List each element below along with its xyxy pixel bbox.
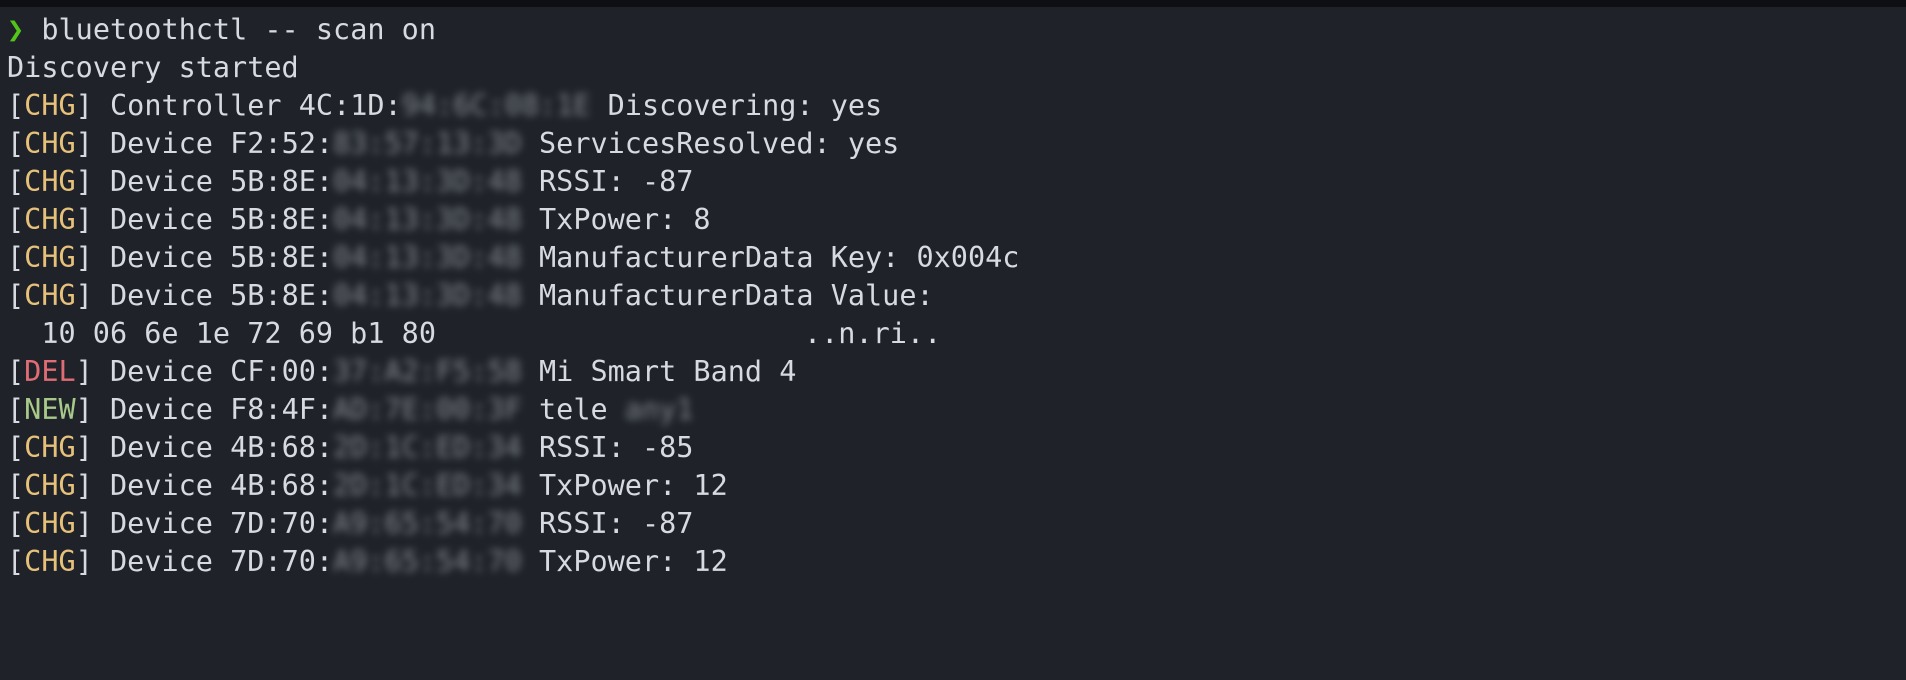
address-visible: 5B:8E: (230, 279, 334, 312)
event-tag: DEL (24, 355, 76, 388)
event-message: ServicesResolved: yes (539, 127, 900, 160)
address-visible: 7D:70: (230, 545, 334, 578)
entity-kind: Device (110, 127, 213, 160)
log-line: [CHG] Device 4B:68:2D:1C:ED:34 TxPower: … (7, 469, 728, 502)
log-line: [CHG] Device 5B:8E:04:13:3D:48 Manufactu… (7, 241, 1020, 274)
event-tag: CHG (24, 279, 76, 312)
log-line: [CHG] Device 7D:70:A9:65:54:70 TxPower: … (7, 545, 728, 578)
event-message: TxPower: 8 (539, 203, 711, 236)
log-line: [CHG] Device 5B:8E:04:13:3D:48 TxPower: … (7, 203, 711, 236)
entity-kind: Device (110, 203, 213, 236)
command-text: bluetoothctl -- scan on (41, 13, 436, 46)
event-message: RSSI: -85 (539, 431, 694, 464)
log-line: [CHG] Device 4B:68:2D:1C:ED:34 RSSI: -85 (7, 431, 694, 464)
entity-kind: Controller (110, 89, 282, 122)
entity-kind: Device (110, 355, 213, 388)
address-visible: CF:00: (230, 355, 334, 388)
log-line: [CHG] Device F2:52:83:57:13:3D ServicesR… (7, 127, 900, 160)
event-tag: CHG (24, 507, 76, 540)
prompt-line: ❯ bluetoothctl -- scan on (7, 11, 1906, 49)
event-message: ManufacturerData Value: (539, 279, 934, 312)
event-message: tele (539, 393, 625, 426)
entity-kind: Device (110, 469, 213, 502)
event-message: TxPower: 12 (539, 469, 728, 502)
entity-kind: Device (110, 393, 213, 426)
event-message: RSSI: -87 (539, 165, 694, 198)
log-line: [NEW] Device F8:4F:AD:7E:00:3F tele any1 (7, 393, 694, 426)
log-line: [DEL] Device CF:00:37:A2:F5:58 Mi Smart … (7, 355, 797, 388)
address-visible: 5B:8E: (230, 203, 334, 236)
event-message: Discovering: yes (607, 89, 883, 122)
address-redacted: A9:65:54:70 (333, 545, 522, 578)
event-tag: CHG (24, 241, 76, 274)
controller-line: [CHG] Controller 4C:1D:94:6C:08:1E Disco… (7, 89, 883, 122)
terminal-window[interactable]: ❯ bluetoothctl -- scan on Discovery star… (0, 0, 1906, 680)
event-tag: CHG (24, 545, 76, 578)
address-visible: 7D:70: (230, 507, 334, 540)
address-redacted: A9:65:54:70 (333, 507, 522, 540)
entity-kind: Device (110, 279, 213, 312)
address-redacted: 2D:1C:ED:34 (333, 469, 522, 502)
status-line: Discovery started (7, 51, 299, 84)
entity-kind: Device (110, 165, 213, 198)
address-redacted: 94:6C:08:1E (401, 89, 591, 122)
hexdump-bytes: 10 06 6e 1e 72 69 b1 80 (41, 317, 436, 350)
entity-kind: Device (110, 431, 213, 464)
address-redacted: 37:A2:F5:58 (333, 355, 522, 388)
hexdump-line: 10 06 6e 1e 72 69 b1 80 ..n.ri.. (7, 315, 1906, 353)
event-tag: CHG (24, 469, 76, 502)
address-redacted: 04:13:3D:48 (333, 203, 522, 236)
event-message: TxPower: 12 (539, 545, 728, 578)
entity-kind: Device (110, 241, 213, 274)
event-tag: CHG (24, 165, 76, 198)
address-visible: 4B:68: (230, 469, 334, 502)
event-message: RSSI: -87 (539, 507, 694, 540)
log-line: [CHG] Device 5B:8E:04:13:3D:48 RSSI: -87 (7, 165, 694, 198)
address-redacted: 04:13:3D:48 (333, 241, 522, 274)
address-visible: F2:52: (230, 127, 334, 160)
address-visible: 5B:8E: (230, 165, 334, 198)
message-redacted: any1 (624, 393, 694, 426)
address-redacted: 2D:1C:ED:34 (333, 431, 522, 464)
event-tag: CHG (24, 89, 76, 122)
address-redacted: 04:13:3D:48 (333, 165, 522, 198)
event-message: Mi Smart Band 4 (539, 355, 797, 388)
event-tag: NEW (24, 393, 76, 426)
event-message: ManufacturerData Key: 0x004c (539, 241, 1020, 274)
address-visible: F8:4F: (230, 393, 334, 426)
address-redacted: AD:7E:00:3F (333, 393, 522, 426)
event-tag: CHG (24, 431, 76, 464)
address-redacted: 83:57:13:3D (333, 127, 522, 160)
event-tag: CHG (24, 203, 76, 236)
terminal-output: ❯ bluetoothctl -- scan on Discovery star… (7, 11, 1906, 581)
prompt-chevron-icon: ❯ (7, 13, 25, 46)
hexdump-ascii: ..n.ri.. (803, 317, 942, 350)
address-redacted: 04:13:3D:48 (333, 279, 522, 312)
address-visible: 4C:1D: (298, 89, 402, 122)
entity-kind: Device (110, 545, 213, 578)
entity-kind: Device (110, 507, 213, 540)
log-line: [CHG] Device 7D:70:A9:65:54:70 RSSI: -87 (7, 507, 694, 540)
log-line: [CHG] Device 5B:8E:04:13:3D:48 Manufactu… (7, 279, 934, 312)
address-visible: 5B:8E: (230, 241, 334, 274)
address-visible: 4B:68: (230, 431, 334, 464)
event-tag: CHG (24, 127, 76, 160)
